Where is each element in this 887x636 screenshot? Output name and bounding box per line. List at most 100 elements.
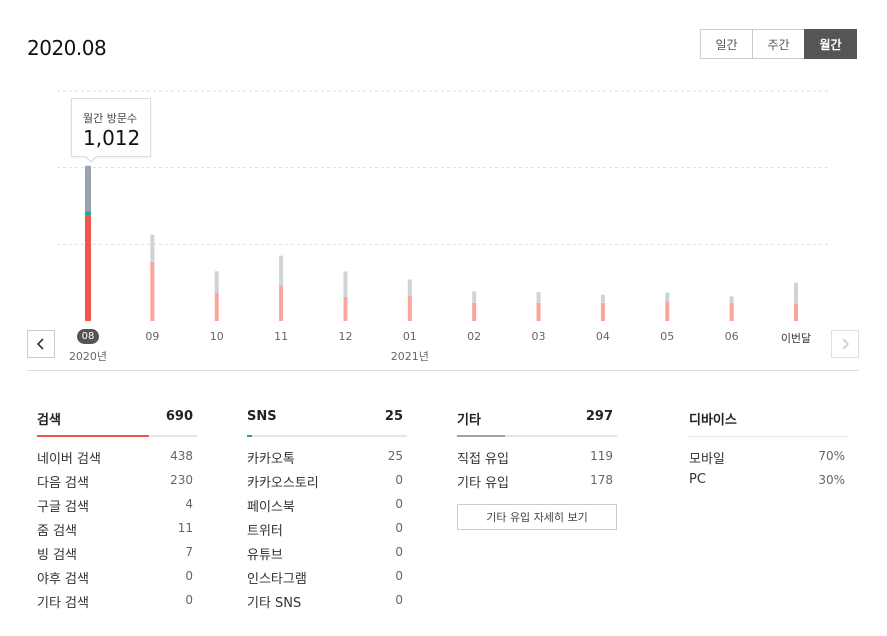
chart-bar-segment[interactable] xyxy=(472,302,477,321)
chart-bar-segment[interactable] xyxy=(343,296,348,321)
month-label[interactable]: 09 xyxy=(145,330,159,343)
prev-button[interactable] xyxy=(27,330,55,358)
row-value: 0 xyxy=(185,593,193,607)
month-label[interactable]: 02 xyxy=(467,330,481,343)
year-label: 2021년 xyxy=(390,350,429,363)
chart-bar-segment[interactable] xyxy=(472,291,477,303)
month-label[interactable]: 06 xyxy=(725,330,739,343)
chart-bar-segment[interactable] xyxy=(665,301,670,321)
chart-bar-segment[interactable] xyxy=(150,261,155,321)
chart-bar-segment[interactable] xyxy=(279,255,284,285)
chart-bar-segment[interactable] xyxy=(150,260,155,262)
stat-device-header: 디바이스 xyxy=(689,408,849,437)
year-label: 2020년 xyxy=(68,350,108,363)
visits-chart: 08 09 10 11 12 01 02 03 04 05 06 이번달 2020년 2021년 월간 방… xyxy=(0,0,887,370)
chart-bar-segment[interactable] xyxy=(407,279,412,295)
chart-bar-segment[interactable] xyxy=(150,234,155,261)
month-label[interactable]: 이번달 xyxy=(781,330,811,346)
chart-bar-segment[interactable] xyxy=(729,296,734,303)
row-value: 0 xyxy=(395,473,403,487)
tooltip-arrow-inner xyxy=(86,156,96,161)
row-label: 트위터 xyxy=(247,524,283,539)
chart-bar-segment[interactable] xyxy=(214,292,219,321)
chart-bar-segment[interactable] xyxy=(536,302,541,321)
month-label[interactable]: 08 xyxy=(77,329,99,344)
chart-bar-segment[interactable] xyxy=(214,271,219,292)
chart-bar-segment[interactable] xyxy=(665,292,670,301)
list-item: 다음 검색 230 xyxy=(37,472,197,496)
next-button[interactable] xyxy=(831,330,859,358)
month-label[interactable]: 11 xyxy=(274,330,288,343)
month-label[interactable]: 10 xyxy=(210,330,224,343)
chart-bar-segment[interactable] xyxy=(665,300,670,302)
chart-bar-segment[interactable] xyxy=(343,271,348,296)
row-value: 0 xyxy=(185,569,193,583)
tooltip-value: 1,012 xyxy=(83,126,141,150)
chart-bar-segment[interactable] xyxy=(600,302,605,321)
chart-bar-segment[interactable] xyxy=(407,295,412,321)
row-value: 0 xyxy=(395,593,403,607)
chevron-right-icon xyxy=(842,338,850,350)
row-label: 기타 SNS xyxy=(247,596,302,611)
list-item: 야후 검색 0 xyxy=(37,568,197,592)
row-label: 줌 검색 xyxy=(37,524,78,539)
row-label: 유튜브 xyxy=(247,548,283,563)
chart-bar-segment[interactable] xyxy=(600,294,605,303)
chart-bar-segment[interactable] xyxy=(729,302,734,303)
chart-bar-segment[interactable] xyxy=(729,302,734,321)
row-value: 178 xyxy=(590,473,613,487)
month-label[interactable]: 04 xyxy=(596,330,610,343)
month-label[interactable]: 12 xyxy=(338,330,352,343)
row-value: 0 xyxy=(395,521,403,535)
row-value: 438 xyxy=(170,449,193,463)
list-item: 네이버 검색 438 xyxy=(37,448,197,472)
row-value: 119 xyxy=(590,449,613,463)
chart-bar-segment[interactable] xyxy=(279,285,284,321)
stat-sns: SNS 25 카카오톡 25 카카오스토리 0 페이스북 0 트위터 0 유튜브 0 인스… xyxy=(247,408,407,616)
row-label: 빙 검색 xyxy=(37,548,78,563)
chart-bar-segment[interactable] xyxy=(85,215,91,321)
stat-search-value: 690 xyxy=(165,409,193,424)
chart-bar-segment[interactable] xyxy=(214,291,219,293)
row-value: 0 xyxy=(395,545,403,559)
list-item: 빙 검색 7 xyxy=(37,544,197,568)
row-value: 30% xyxy=(818,473,845,487)
list-item: 인스타그램 0 xyxy=(247,568,407,592)
month-label[interactable]: 03 xyxy=(532,330,546,343)
chart-bar-segment[interactable] xyxy=(794,303,798,304)
stat-sns-header: SNS 25 xyxy=(247,408,407,437)
row-value: 7 xyxy=(185,545,193,559)
chart-bar-segment[interactable] xyxy=(407,294,412,296)
row-label: 기타 유입 xyxy=(457,476,509,491)
row-label: 네이버 검색 xyxy=(37,452,101,467)
row-value: 25 xyxy=(387,449,403,463)
stat-other-header: 기타 297 xyxy=(457,408,617,437)
chart-bar-segment[interactable] xyxy=(343,295,348,297)
chart-bar-segment[interactable] xyxy=(85,165,91,212)
list-item: 기타 SNS 0 xyxy=(247,592,407,616)
month-label[interactable]: 01 xyxy=(403,330,417,343)
stat-search-bar xyxy=(37,435,149,437)
chart-bar-segment[interactable] xyxy=(472,302,477,303)
other-detail-button[interactable]: 기타 유입 자세히 보기 xyxy=(457,504,617,530)
row-value: 230 xyxy=(170,473,193,487)
row-label: 야후 검색 xyxy=(37,572,89,587)
chart-bar-segment[interactable] xyxy=(600,302,605,303)
row-label: 인스타그램 xyxy=(247,572,307,587)
row-value: 0 xyxy=(395,569,403,583)
stat-other: 기타 297 직접 유입 119 기타 유입 178 기타 유입 자세히 보기 xyxy=(457,408,617,530)
list-item: PC 30% xyxy=(689,472,849,496)
month-label[interactable]: 05 xyxy=(660,330,674,343)
chart-bar-segment[interactable] xyxy=(536,302,541,303)
list-item: 모바일 70% xyxy=(689,448,849,472)
list-item: 구글 검색 4 xyxy=(37,496,197,520)
list-item: 기타 검색 0 xyxy=(37,592,197,616)
chart-bar-segment[interactable] xyxy=(794,282,798,304)
section-divider xyxy=(27,370,859,371)
row-value: 11 xyxy=(177,521,193,535)
chart-bar-segment[interactable] xyxy=(279,284,284,286)
chart-bar-segment[interactable] xyxy=(794,303,798,321)
stat-device: 디바이스 모바일 70% PC 30% xyxy=(689,408,849,496)
chart-bar-segment[interactable] xyxy=(85,211,91,216)
chart-bar-segment[interactable] xyxy=(536,292,541,303)
